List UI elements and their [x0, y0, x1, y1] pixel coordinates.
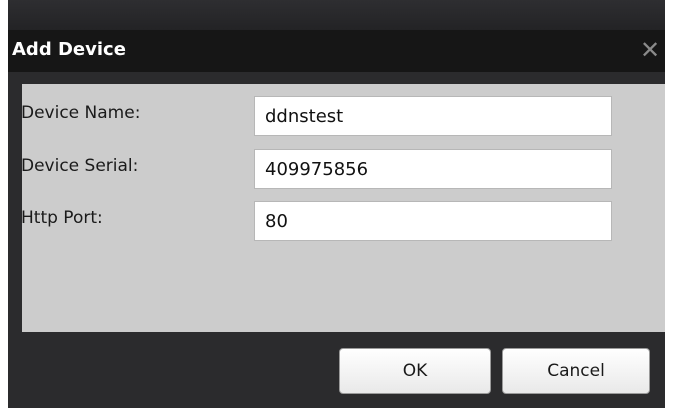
- http-port-label: Http Port:: [21, 208, 103, 228]
- add-device-dialog: Add Device ✕ Device Name: Device Serial:…: [8, 0, 665, 408]
- device-serial-input[interactable]: [254, 149, 612, 189]
- device-serial-label: Device Serial:: [21, 156, 139, 176]
- device-name-label: Device Name:: [21, 103, 141, 123]
- dialog-titlebar[interactable]: Add Device ✕: [8, 30, 665, 72]
- device-name-input[interactable]: [254, 96, 612, 136]
- http-port-input[interactable]: [254, 201, 612, 241]
- ok-button[interactable]: OK: [339, 348, 491, 394]
- dialog-top-strip: [8, 0, 665, 30]
- close-icon[interactable]: ✕: [638, 38, 662, 62]
- cancel-button[interactable]: Cancel: [502, 348, 650, 394]
- form-panel: Device Name: Device Serial: Http Port:: [21, 84, 665, 332]
- dialog-title: Add Device: [12, 39, 126, 60]
